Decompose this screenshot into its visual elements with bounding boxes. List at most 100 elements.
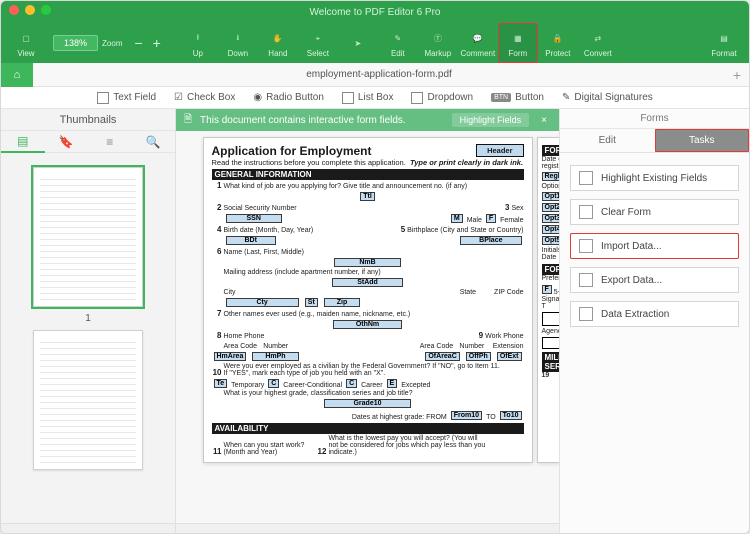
field-opt1[interactable]: Opt1	[542, 192, 560, 201]
page-up-button[interactable]: ⭱Up	[179, 24, 217, 62]
button-icon: BTN	[491, 93, 511, 102]
button-tool[interactable]: BTNButton	[491, 92, 544, 103]
field-ofext[interactable]: OfExt	[497, 352, 522, 361]
field-5pt[interactable]: F	[542, 285, 552, 294]
comment-icon: 💬	[473, 29, 483, 49]
form-tool-button[interactable]: ▦Form	[499, 24, 537, 62]
protect-tool-button[interactable]: 🔒Protect	[539, 24, 577, 62]
task-data-extraction[interactable]: Data Extraction	[570, 301, 739, 327]
textfield-tool[interactable]: Text Field	[97, 92, 156, 104]
edit-icon: ✎	[395, 29, 402, 49]
task-clear-form[interactable]: Clear Form	[570, 199, 739, 225]
pdf-page: Header Application for Employment Read t…	[203, 137, 533, 463]
close-window-icon[interactable]	[9, 5, 19, 15]
list-tab[interactable]: ≡	[88, 135, 132, 149]
field-regdate[interactable]: RegD	[542, 172, 560, 181]
header-field[interactable]: Header	[476, 144, 523, 157]
field-ssn[interactable]: SSN	[226, 214, 282, 223]
field-temp[interactable]: Te	[214, 379, 228, 388]
field-male[interactable]: M	[451, 214, 463, 223]
format-icon: ▤	[720, 29, 728, 49]
field-opt5[interactable]: Opt5	[542, 236, 560, 245]
thumbnail-page-2[interactable]	[33, 330, 143, 470]
field-title[interactable]: Ttl	[360, 192, 375, 201]
field-career[interactable]: C	[346, 379, 357, 388]
field-address[interactable]: StAdd	[332, 278, 403, 287]
window-controls	[9, 5, 51, 15]
field-othernames[interactable]: OthNm	[333, 320, 402, 329]
pdf-page-right-edge: FOR Date entered register RegD Option Op…	[537, 137, 560, 463]
tab-edit[interactable]: Edit	[560, 129, 655, 153]
zoom-value[interactable]: 138%	[53, 35, 98, 51]
listbox-tool[interactable]: List Box	[342, 92, 394, 104]
field-opt4[interactable]: Opt4	[542, 225, 560, 234]
field-hmph[interactable]: HmPh	[252, 352, 298, 361]
thumbnail-page-1[interactable]	[33, 167, 143, 307]
forms-panel-header: Forms	[560, 109, 749, 129]
up-icon: ⭱	[196, 29, 199, 49]
document-tab[interactable]: employment-application-form.pdf	[33, 69, 725, 80]
minimize-window-icon[interactable]	[25, 5, 35, 15]
markup-icon: Ⓣ	[434, 29, 442, 49]
format-tool-button[interactable]: ▤Format	[705, 24, 743, 62]
document-h-scrollbar[interactable]	[176, 523, 559, 533]
form-icon: ▦	[514, 29, 522, 49]
field-hmarea[interactable]: HmArea	[214, 352, 247, 361]
view-button[interactable]: ▢ View	[7, 24, 45, 62]
down-icon: ⭳	[236, 29, 239, 49]
bookmarks-tab[interactable]: 🔖	[45, 135, 89, 149]
document-scroll[interactable]: Header Application for Employment Read t…	[176, 131, 559, 523]
maximize-window-icon[interactable]	[41, 5, 51, 15]
edit-tool-button[interactable]: ✎Edit	[379, 24, 417, 62]
select-tool-button[interactable]: ⌖Select	[299, 24, 337, 62]
comment-tool-button[interactable]: 💬Comment	[459, 24, 497, 62]
field-state[interactable]: St	[305, 298, 318, 307]
field-excepted[interactable]: E	[387, 379, 398, 388]
field-grade[interactable]: Grade10	[324, 399, 410, 408]
signature-tool[interactable]: ✎Digital Signatures	[562, 92, 653, 103]
field-birthplace[interactable]: BPlace	[460, 236, 521, 245]
hand-tool-button[interactable]: ✋Hand	[259, 24, 297, 62]
field-ofph[interactable]: OffPh	[466, 352, 491, 361]
field-birthdate[interactable]: BDt	[226, 236, 276, 245]
dropdown-tool[interactable]: Dropdown	[411, 92, 473, 104]
field-to[interactable]: To10	[500, 411, 522, 420]
thumbnails-tab[interactable]: ▤	[1, 131, 45, 153]
markup-tool-button[interactable]: ⓉMarkup	[419, 24, 457, 62]
doc-subtitle: Read the instructions before you complet…	[212, 158, 524, 167]
field-from[interactable]: From10	[451, 411, 482, 420]
thumbnail-label-1: 1	[85, 313, 91, 324]
checkbox-tool[interactable]: ☑Check Box	[174, 92, 235, 103]
arrow-tool-button[interactable]: ➤	[339, 24, 377, 62]
export-icon	[579, 273, 593, 287]
new-tab-button[interactable]: +	[725, 67, 749, 83]
sidebar-scrollbar[interactable]	[1, 523, 175, 533]
page-down-button[interactable]: ⭳Down	[219, 24, 257, 62]
field-opt3[interactable]: Opt3	[542, 214, 560, 223]
field-name[interactable]: NmB	[334, 258, 400, 267]
task-highlight-fields[interactable]: Highlight Existing Fields	[570, 165, 739, 191]
highlight-fields-button[interactable]: Highlight Fields	[452, 113, 530, 127]
document-viewport: 🗎 This document contains interactive for…	[176, 109, 559, 533]
field-ofareac[interactable]: OfAreaC	[425, 352, 459, 361]
zoom-label: Zoom	[102, 39, 122, 48]
search-tab[interactable]: 🔍	[132, 135, 176, 149]
field-city[interactable]: Cty	[226, 298, 299, 307]
home-tab[interactable]: ⌂	[1, 63, 33, 87]
sidebar-tabs: ▤ 🔖 ≡ 🔍	[1, 131, 175, 153]
field-zip[interactable]: Zip	[324, 298, 361, 307]
convert-icon: ⇄	[595, 29, 602, 49]
radio-tool[interactable]: ◉Radio Button	[253, 92, 324, 103]
task-import-data[interactable]: Import Data...	[570, 233, 739, 259]
zoom-control[interactable]: 138% Zoom	[47, 35, 128, 51]
field-opt2[interactable]: Opt2	[542, 203, 560, 212]
zoom-in-button[interactable]: +	[149, 35, 165, 51]
close-notice-button[interactable]: ×	[537, 115, 551, 126]
convert-tool-button[interactable]: ⇄Convert	[579, 24, 617, 62]
window-title: Welcome to PDF Editor 6 Pro	[310, 7, 441, 18]
field-female[interactable]: F	[486, 214, 496, 223]
task-export-data[interactable]: Export Data...	[570, 267, 739, 293]
field-cc[interactable]: C	[268, 379, 279, 388]
tab-tasks[interactable]: Tasks	[655, 129, 750, 153]
zoom-out-button[interactable]: −	[130, 35, 146, 51]
